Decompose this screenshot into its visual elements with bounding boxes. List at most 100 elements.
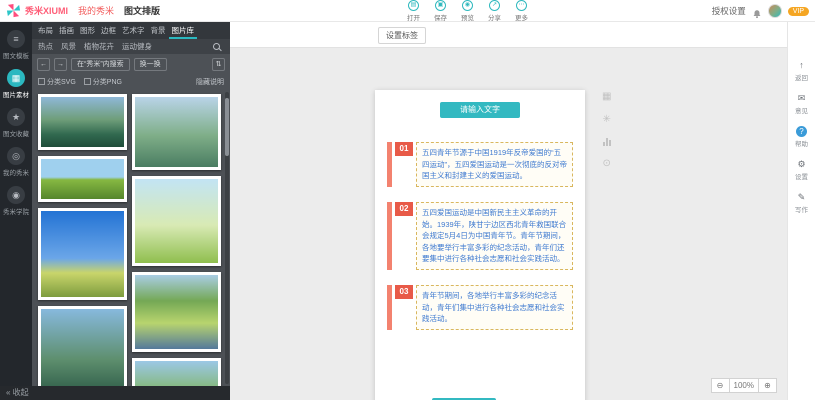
- visibility-eye-icon[interactable]: ⊙: [603, 159, 611, 169]
- search-icon[interactable]: [213, 43, 220, 50]
- sidebar-item-my-xiumi[interactable]: ◎ 我的秀米: [1, 147, 31, 177]
- shuffle-button[interactable]: 换一换: [134, 58, 167, 71]
- my-xiumi-label: 我的秀米: [1, 167, 31, 177]
- preview-label: 预览: [461, 12, 474, 22]
- category-sports[interactable]: 运动健身: [122, 41, 152, 52]
- photo-column-right: [132, 94, 221, 400]
- templates-icon: ≡: [7, 30, 25, 48]
- section-text[interactable]: 五四爱国运动是中国新民主主义革命的开始。1939年，陕甘宁边区西北青年救国联合会…: [416, 202, 573, 270]
- notification-bell-icon[interactable]: [752, 6, 762, 16]
- help-button[interactable]: ? 帮助: [795, 126, 808, 148]
- editor-canvas: 设置标签 请输入文字 01 五四青年节源于中国1919年反帝爱国的“五四运动”，…: [230, 22, 787, 400]
- feedback-button[interactable]: ✉ 意见: [795, 93, 808, 115]
- tab-background[interactable]: 背景: [148, 22, 169, 39]
- help-icon: ?: [796, 126, 807, 137]
- section-number-badge: 03: [395, 285, 413, 299]
- back-button[interactable]: ←: [37, 58, 50, 71]
- open-button[interactable]: ▤ 打开: [400, 0, 427, 22]
- photo-thumbnail[interactable]: [38, 208, 127, 300]
- share-label: 分享: [488, 12, 501, 22]
- save-button[interactable]: ▣ 保存: [427, 0, 454, 22]
- settings-label: 设置: [795, 171, 808, 181]
- category-scenery[interactable]: 风景: [61, 41, 76, 52]
- vip-badge[interactable]: VIP: [788, 7, 809, 16]
- set-tags-button[interactable]: 设置标签: [378, 27, 426, 44]
- nav-layout-tab[interactable]: 图文排版: [124, 4, 160, 17]
- section-03[interactable]: 03 青年节期间，各地举行丰富多彩的纪念活动，青年们集中进行各种社会志愿和社会实…: [387, 285, 573, 330]
- section-text[interactable]: 青年节期间，各地举行丰富多彩的纪念活动，青年们集中进行各种社会志愿和社会实践活动…: [416, 285, 573, 330]
- photo-thumbnail[interactable]: [38, 306, 127, 396]
- sidebar-item-image-assets[interactable]: ▦ 图片素材: [1, 69, 31, 99]
- filter-png-checkbox[interactable]: 分类PNG: [84, 77, 122, 87]
- app-window: 秀米XIUMI 我的秀米 图文排版 ▤ 打开 ▣ 保存 ◉ 预览 ↗ 分享 ⋯ …: [0, 0, 815, 400]
- stats-chart-icon[interactable]: [603, 138, 611, 146]
- numbered-sections: 01 五四青年节源于中国1919年反帝爱国的“五四运动”，五四爱国运动是一次彻底…: [387, 142, 573, 330]
- search-scope-filter[interactable]: 在“秀米”内搜索: [71, 58, 130, 71]
- checkbox-icon: [38, 78, 45, 85]
- hide-note-toggle[interactable]: 隐藏说明: [196, 77, 224, 87]
- zoom-controls: ⊖ 100% ⊕: [712, 378, 777, 393]
- category-hot[interactable]: 热点: [38, 41, 53, 52]
- forward-button[interactable]: →: [54, 58, 67, 71]
- share-icon: ↗: [489, 0, 500, 11]
- top-bar: 秀米XIUMI 我的秀米 图文排版 ▤ 打开 ▣ 保存 ◉ 预览 ↗ 分享 ⋯ …: [0, 0, 815, 22]
- category-plants[interactable]: 植物花卉: [84, 41, 114, 52]
- tab-shapes[interactable]: 图形: [77, 22, 98, 39]
- preview-button[interactable]: ◉ 预览: [454, 0, 481, 22]
- xiumi-logo-icon[interactable]: [6, 3, 21, 18]
- sort-button[interactable]: ⇅: [212, 58, 225, 71]
- zoom-in-button[interactable]: ⊕: [758, 378, 777, 393]
- checkbox-icon: [84, 78, 91, 85]
- photo-thumbnail[interactable]: [132, 272, 221, 352]
- document-toolbar: ▤ 打开 ▣ 保存 ◉ 预览 ↗ 分享 ⋯ 更多: [400, 0, 535, 22]
- main-area: ≡ 图文模板 ▦ 图片素材 ★ 图文收藏 ◎ 我的秀米 ◉ 秀米学院: [0, 22, 815, 400]
- zoom-out-button[interactable]: ⊖: [711, 378, 730, 393]
- templates-label: 图文模板: [1, 50, 31, 60]
- share-button[interactable]: ↗ 分享: [481, 0, 508, 22]
- photo-thumbnail[interactable]: [132, 176, 221, 266]
- my-xiumi-icon: ◎: [7, 147, 25, 165]
- tab-illustration[interactable]: 插画: [56, 22, 77, 39]
- asset-categories: 热点 风景 植物花卉 运动健身: [32, 39, 230, 54]
- section-02[interactable]: 02 五四爱国运动是中国新民主主义革命的开始。1939年，陕甘宁边区西北青年救国…: [387, 202, 573, 270]
- more-icon: ⋯: [516, 0, 527, 11]
- panel-scrollbar-thumb[interactable]: [225, 98, 229, 156]
- save-icon: ▣: [435, 0, 446, 11]
- more-button[interactable]: ⋯ 更多: [508, 0, 535, 22]
- photo-column-left: [38, 94, 127, 400]
- feedback-label: 意见: [795, 105, 808, 115]
- user-avatar[interactable]: [768, 4, 782, 18]
- photo-thumbnail[interactable]: [132, 94, 221, 170]
- effects-icon[interactable]: ✳: [603, 115, 611, 125]
- filter-svg-checkbox[interactable]: 分类SVG: [38, 77, 76, 87]
- asset-panel: 布局 插画 图形 边框 艺术字 背景 图片库 热点 风景 植物花卉 运动健身 ←…: [32, 22, 230, 400]
- back-to-top-button[interactable]: ↑ 返回: [795, 60, 808, 82]
- sidebar-item-favorites[interactable]: ★ 图文收藏: [1, 108, 31, 138]
- academy-icon: ◉: [7, 186, 25, 204]
- section-01[interactable]: 01 五四青年节源于中国1919年反帝爱国的“五四运动”，五四爱国运动是一次彻底…: [387, 142, 573, 187]
- settings-button[interactable]: ⚙ 设置: [795, 159, 808, 181]
- academy-label: 秀米学院: [1, 206, 31, 216]
- sidebar-item-academy[interactable]: ◉ 秀米学院: [1, 186, 31, 216]
- favorites-label: 图文收藏: [1, 128, 31, 138]
- collapse-panel-button[interactable]: « 收起: [0, 386, 230, 400]
- write-button[interactable]: ✎ 写作: [795, 192, 808, 214]
- tab-image-library[interactable]: 图片库: [169, 22, 198, 39]
- grid-view-icon[interactable]: ▦: [602, 92, 611, 102]
- photo-thumbnail[interactable]: [38, 156, 127, 202]
- nav-my-xiumi[interactable]: 我的秀米: [78, 4, 114, 17]
- article-page[interactable]: 请输入文字 01 五四青年节源于中国1919年反帝爱国的“五四运动”，五四爱国运…: [375, 90, 585, 400]
- tab-layout[interactable]: 布局: [35, 22, 56, 39]
- section-text[interactable]: 五四青年节源于中国1919年反帝爱国的“五四运动”，五四爱国运动是一次彻底的反对…: [416, 142, 573, 187]
- up-arrow-icon: ↑: [799, 60, 804, 71]
- tab-wordart[interactable]: 艺术字: [119, 22, 148, 39]
- asset-tabs: 布局 插画 图形 边框 艺术字 背景 图片库: [32, 22, 230, 39]
- tab-borders[interactable]: 边框: [98, 22, 119, 39]
- brand-title: 秀米XIUMI: [25, 4, 68, 17]
- sidebar-item-templates[interactable]: ≡ 图文模板: [1, 30, 31, 60]
- photo-thumbnail[interactable]: [38, 94, 127, 150]
- page-side-tools: ▦ ✳ ⊙: [602, 92, 611, 169]
- preview-icon: ◉: [462, 0, 473, 11]
- text-input-button[interactable]: 请输入文字: [440, 102, 520, 118]
- auth-settings-link[interactable]: 授权设置: [712, 5, 746, 17]
